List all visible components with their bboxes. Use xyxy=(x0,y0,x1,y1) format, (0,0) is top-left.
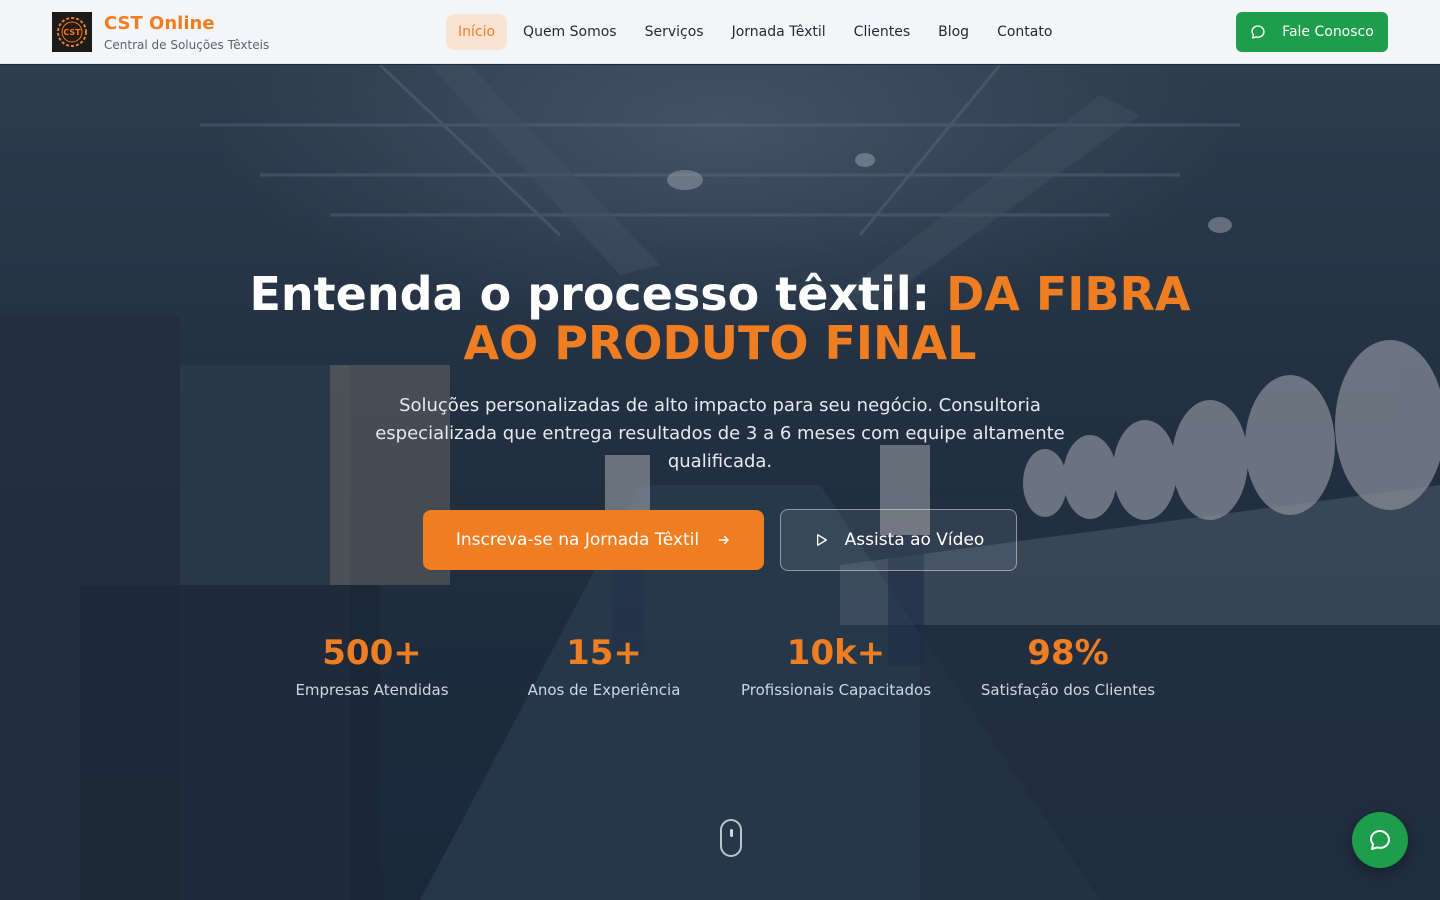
stat-value: 10k+ xyxy=(786,633,886,673)
logo-text: CST xyxy=(63,28,81,37)
chat-bubble-icon xyxy=(1370,830,1390,850)
stat-label: Satisfação dos Clientes xyxy=(980,681,1156,699)
play-icon xyxy=(816,534,827,546)
whatsapp-chat-button[interactable] xyxy=(1352,812,1408,868)
mouse-wheel xyxy=(730,829,733,837)
stat-profissionais: 10k+ Profissionais Capacitados xyxy=(716,633,956,699)
stat-label: Empresas Atendidas xyxy=(295,681,449,699)
hero-subtitle: Soluções personalizadas de alto impacto … xyxy=(375,395,1065,472)
arrow-right-icon xyxy=(718,535,729,545)
nav-item-jornada-textil[interactable]: Jornada Têxtil xyxy=(720,14,838,50)
nav-item-contato[interactable]: Contato xyxy=(985,14,1064,50)
stat-value: 98% xyxy=(1027,633,1109,673)
nav-item-inicio[interactable]: Início xyxy=(446,14,508,50)
stat-empresas: 500+ Empresas Atendidas xyxy=(252,633,492,699)
stat-value: 500+ xyxy=(322,633,422,673)
headline-accent-1: DA FIBRA xyxy=(946,267,1191,321)
stat-label: Anos de Experiência xyxy=(527,681,681,699)
scroll-down-mouse-icon[interactable] xyxy=(720,819,742,857)
nav-item-clientes[interactable]: Clientes xyxy=(842,14,922,50)
watch-video-label: Assista ao Vídeo xyxy=(844,530,985,550)
brand-name[interactable]: CST Online xyxy=(104,13,215,34)
stat-value: 15+ xyxy=(566,633,642,673)
hero-headline: Entenda o processo têxtil: DA FIBRA AO P… xyxy=(0,270,1440,368)
logo[interactable]: CST xyxy=(52,12,92,52)
headline-accent-2: AO PRODUTO FINAL xyxy=(463,316,977,370)
fale-conosco-button[interactable]: Fale Conosco xyxy=(1236,12,1388,52)
stat-anos: 15+ Anos de Experiência xyxy=(484,633,724,699)
nav-item-servicos[interactable]: Serviços xyxy=(633,14,716,50)
fale-conosco-label: Fale Conosco xyxy=(1282,24,1374,40)
headline-white-text: Entenda o processo têxtil: xyxy=(249,267,947,321)
hero-overlay xyxy=(0,65,1440,900)
watch-video-button[interactable]: Assista ao Vídeo xyxy=(780,509,1017,571)
hero-section: Entenda o processo têxtil: DA FIBRA AO P… xyxy=(0,65,1440,900)
signup-button-label: Inscreva-se na Jornada Têxtil xyxy=(455,530,700,550)
stat-satisfacao: 98% Satisfação dos Clientes xyxy=(948,633,1188,699)
nav-item-quem-somos[interactable]: Quem Somos xyxy=(511,14,629,50)
main-nav: Início Quem Somos Serviços Jornada Têxti… xyxy=(446,14,1068,50)
chat-bubble-icon xyxy=(1251,25,1265,39)
stat-label: Profissionais Capacitados xyxy=(740,681,932,699)
navbar: CST CST Online Central de Soluções Têxte… xyxy=(0,0,1440,64)
brand-tagline: Central de Soluções Têxteis xyxy=(104,38,270,52)
logo-badge-icon: CST xyxy=(57,17,87,47)
jornada-textil-signup-button[interactable]: Inscreva-se na Jornada Têxtil xyxy=(423,510,764,570)
nav-item-blog[interactable]: Blog xyxy=(926,14,981,50)
